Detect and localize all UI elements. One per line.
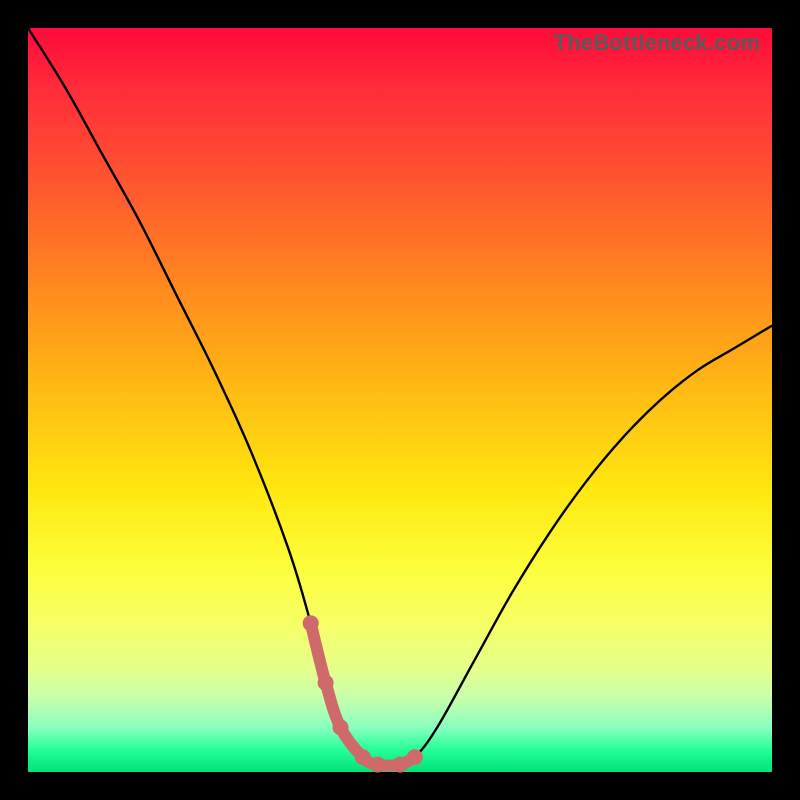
chart-frame: TheBottleneck.com bbox=[0, 0, 800, 800]
highlight-dot bbox=[303, 615, 319, 631]
bottleneck-curve-path bbox=[28, 28, 772, 766]
plot-area: TheBottleneck.com bbox=[28, 28, 772, 772]
highlight-path bbox=[311, 623, 415, 765]
curve-svg bbox=[28, 28, 772, 772]
highlight-dot bbox=[370, 757, 386, 773]
highlight-dot bbox=[355, 749, 371, 765]
highlight-dot bbox=[392, 757, 408, 773]
highlight-dot bbox=[333, 719, 349, 735]
highlight-dot bbox=[318, 675, 334, 691]
highlight-dot bbox=[407, 749, 423, 765]
